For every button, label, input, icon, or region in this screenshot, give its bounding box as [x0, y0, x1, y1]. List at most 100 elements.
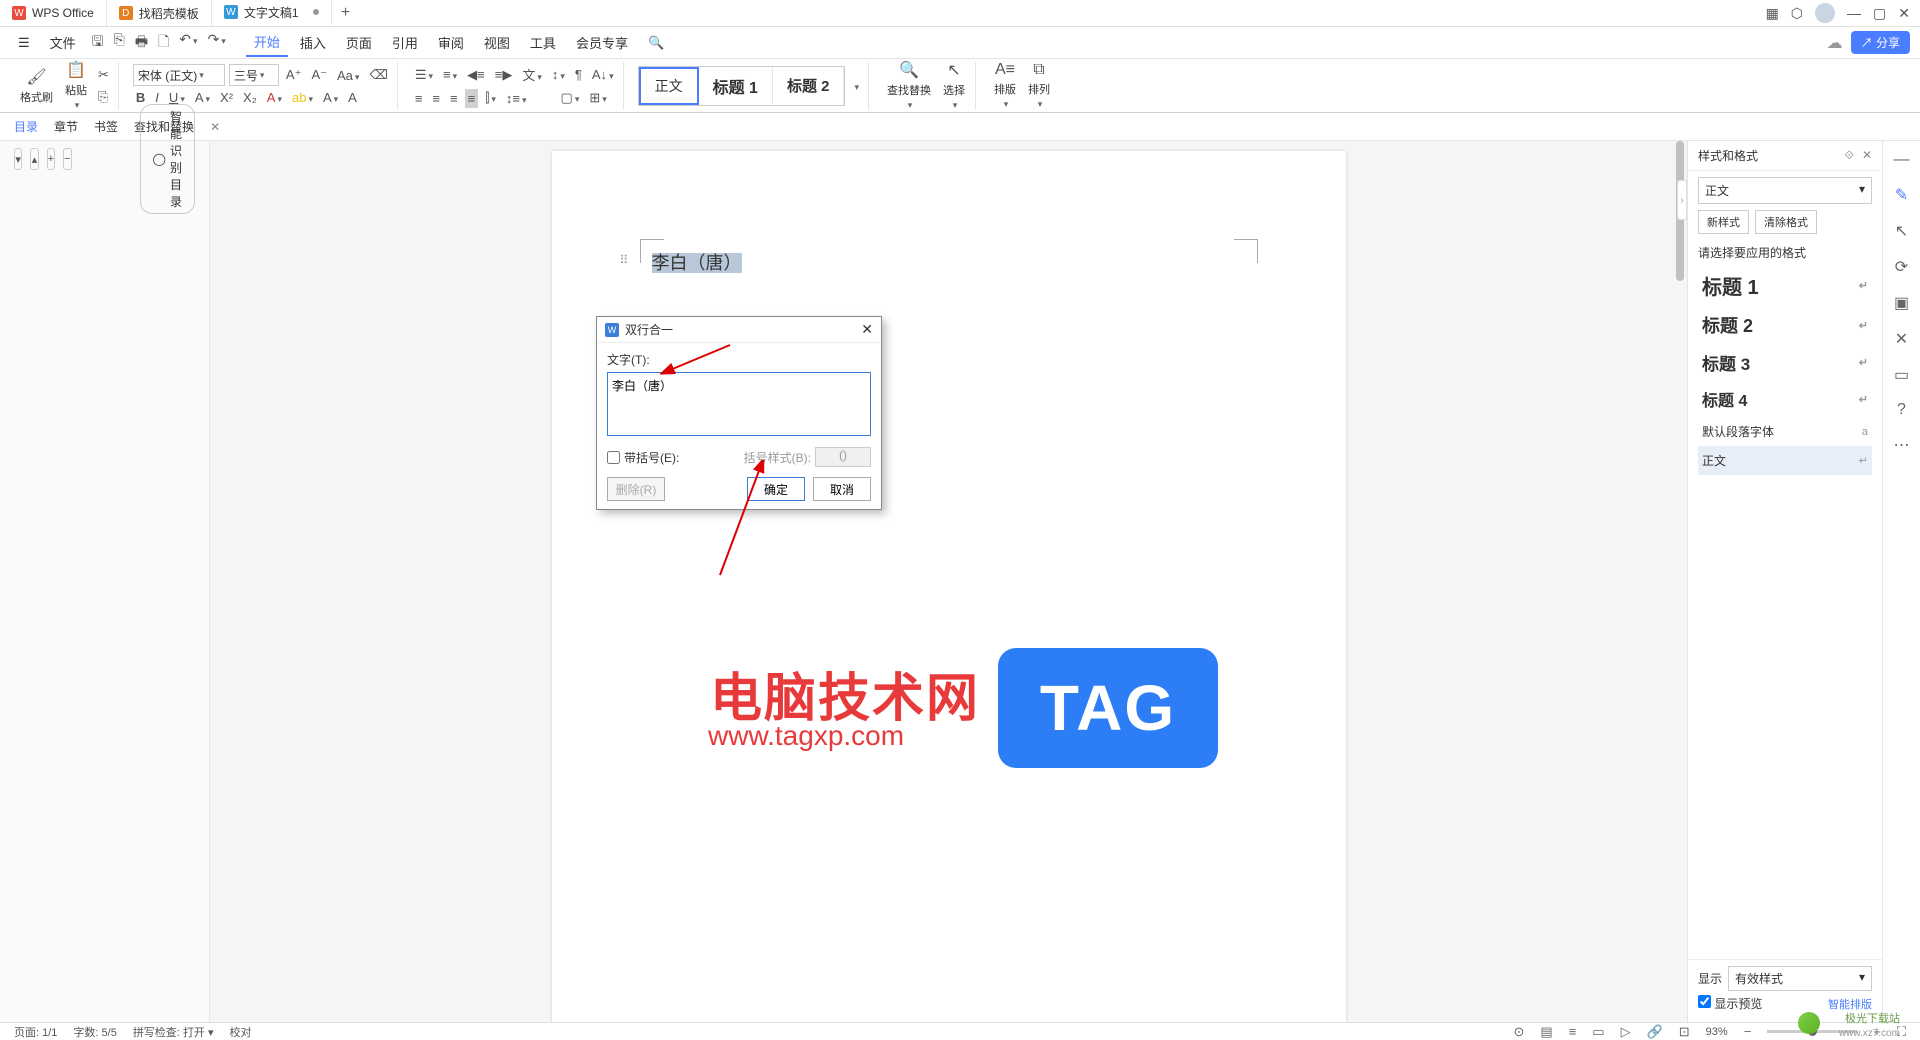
read-mode-icon[interactable]: ▷: [1621, 1024, 1631, 1040]
nav-minus-button[interactable]: −: [63, 148, 71, 170]
smart-toc-button[interactable]: ◯ 智能识别目录: [140, 104, 195, 214]
menu-reference[interactable]: 引用: [384, 29, 426, 56]
rail-refresh-icon[interactable]: ⟳: [1895, 257, 1908, 277]
dialog-ok-button[interactable]: 确定: [747, 477, 805, 501]
style-body[interactable]: 正文: [639, 67, 699, 105]
panel-collapse-button[interactable]: ›: [1677, 180, 1687, 220]
superscript-button[interactable]: X²: [217, 88, 236, 107]
print-icon[interactable]: 🖶: [135, 31, 148, 55]
dialog-close-button[interactable]: ✕: [861, 321, 873, 338]
link-icon[interactable]: 🔗: [1647, 1024, 1663, 1040]
undo-button[interactable]: ↶: [179, 31, 197, 55]
style-h2[interactable]: 标题 2: [773, 67, 845, 105]
status-spellcheck[interactable]: 拼写检查: 打开 ▾: [133, 1024, 214, 1040]
drag-handle-icon[interactable]: ⠿: [620, 253, 629, 267]
strikethrough-button[interactable]: A: [192, 88, 213, 107]
align-left-button[interactable]: ≡: [412, 89, 426, 108]
nav-plus-button[interactable]: +: [47, 148, 55, 170]
navpane-close-button[interactable]: ✕: [210, 120, 220, 134]
shading-button[interactable]: ▢: [558, 88, 583, 108]
user-avatar[interactable]: [1815, 3, 1835, 23]
tab-templates[interactable]: D 找稻壳模板: [107, 0, 212, 26]
status-wordcount[interactable]: 字数: 5/5: [73, 1024, 116, 1040]
current-style-combo[interactable]: 正文▾: [1698, 177, 1872, 204]
display-combo[interactable]: 有效样式▾: [1728, 966, 1872, 991]
tab-document1[interactable]: W 文字文稿1: [212, 0, 332, 26]
change-case-button[interactable]: Aa: [334, 66, 362, 85]
distribute-button[interactable]: ⫿: [482, 88, 499, 108]
indent-decrease-button[interactable]: ◀≡: [464, 65, 488, 85]
fit-icon[interactable]: ⊡: [1679, 1024, 1690, 1040]
highlight-button[interactable]: ab: [289, 88, 316, 107]
rail-help-icon[interactable]: ?: [1897, 401, 1906, 419]
navtab-toc[interactable]: 目录: [14, 118, 38, 135]
zoom-out-button[interactable]: −: [1744, 1024, 1752, 1039]
redo-button[interactable]: ↷: [208, 31, 226, 55]
view-web-icon[interactable]: ▭: [1592, 1024, 1604, 1040]
minimize-button[interactable]: —: [1847, 5, 1861, 21]
close-window-button[interactable]: ✕: [1898, 5, 1910, 22]
rail-pen-icon[interactable]: ✎: [1895, 185, 1908, 205]
dialog-text-input[interactable]: [607, 372, 871, 436]
layout-button[interactable]: A≡排版: [990, 59, 1020, 112]
add-tab-button[interactable]: +: [332, 4, 360, 22]
char-border-button[interactable]: A: [345, 88, 360, 107]
rail-cursor-icon[interactable]: ↖: [1895, 221, 1908, 241]
navtab-bookmark[interactable]: 书签: [94, 118, 118, 135]
font-color-button[interactable]: A: [264, 88, 285, 107]
style-h1[interactable]: 标题 1: [699, 67, 773, 105]
grid-icon[interactable]: ▦: [1766, 5, 1779, 22]
search-icon[interactable]: 🔍: [640, 31, 672, 55]
document-text[interactable]: 李白（唐）: [652, 249, 742, 275]
paste-button[interactable]: 📋粘贴: [61, 58, 91, 113]
nav-down-button[interactable]: ▾: [14, 148, 22, 170]
indent-increase-button[interactable]: ≡▶: [492, 65, 516, 85]
rail-image-icon[interactable]: ▣: [1894, 293, 1909, 313]
rail-book-icon[interactable]: ▭: [1894, 365, 1909, 385]
font-name-combo[interactable]: 宋体 (正文): [133, 64, 225, 86]
line-spacing-button[interactable]: ↕≡: [503, 89, 530, 108]
status-page[interactable]: 页面: 1/1: [14, 1024, 57, 1040]
menu-review[interactable]: 审阅: [430, 29, 472, 56]
style-item-body[interactable]: 正文↵: [1698, 446, 1872, 475]
style-item-default-font[interactable]: 默认段落字体a: [1698, 417, 1872, 446]
rail-tools-icon[interactable]: ✕: [1895, 329, 1908, 349]
menu-start[interactable]: 开始: [246, 28, 288, 57]
print-quick-icon[interactable]: ⎘: [114, 31, 125, 55]
decrease-font-button[interactable]: A⁻: [308, 65, 330, 85]
text-direction-button[interactable]: 文: [519, 63, 545, 86]
find-replace-button[interactable]: 🔍查找替换: [883, 58, 935, 113]
align-right-button[interactable]: ≡: [447, 89, 461, 108]
view-outline-icon[interactable]: ≡: [1569, 1024, 1577, 1039]
bracket-checkbox[interactable]: 带括号(E):: [607, 449, 679, 466]
menu-tools[interactable]: 工具: [522, 29, 564, 56]
copy-button[interactable]: ⎘: [95, 87, 112, 107]
bullets-button[interactable]: ☰: [412, 65, 436, 85]
nav-up-button[interactable]: ▴: [30, 148, 38, 170]
cube-icon[interactable]: ⬡: [1791, 5, 1803, 22]
rail-collapse-icon[interactable]: —: [1894, 151, 1910, 169]
view-print-icon[interactable]: ▤: [1540, 1024, 1552, 1040]
menu-view[interactable]: 视图: [476, 29, 518, 56]
page[interactable]: ⠿ 李白（唐）: [552, 151, 1346, 1022]
clear-format-button[interactable]: 清除格式: [1755, 210, 1817, 234]
menu-member[interactable]: 会员专享: [568, 29, 636, 56]
navtab-chapter[interactable]: 章节: [54, 118, 78, 135]
borders-button[interactable]: ⊞: [586, 88, 609, 108]
spacing-button[interactable]: ↕: [549, 65, 568, 84]
align-justify-button[interactable]: ≡: [465, 89, 479, 108]
style-item-h1[interactable]: 标题 1↵: [1698, 265, 1872, 306]
maximize-button[interactable]: ▢: [1873, 5, 1886, 22]
style-item-h2[interactable]: 标题 2↵: [1698, 306, 1872, 344]
menu-file[interactable]: 文件: [42, 29, 84, 56]
align-center-button[interactable]: ≡: [429, 89, 443, 108]
select-button[interactable]: ↖选择: [939, 58, 969, 113]
increase-font-button[interactable]: A⁺: [283, 65, 305, 85]
editor-area[interactable]: ⠿ 李白（唐）: [210, 141, 1687, 1022]
numbering-button[interactable]: ≡: [440, 65, 460, 84]
arrange-button[interactable]: ⧉排列: [1024, 59, 1054, 112]
status-proofing[interactable]: 校对: [230, 1024, 252, 1040]
style-item-h4[interactable]: 标题 4↵: [1698, 381, 1872, 417]
style-item-h3[interactable]: 标题 3↵: [1698, 344, 1872, 381]
tab-wps-office[interactable]: W WPS Office: [0, 0, 107, 26]
